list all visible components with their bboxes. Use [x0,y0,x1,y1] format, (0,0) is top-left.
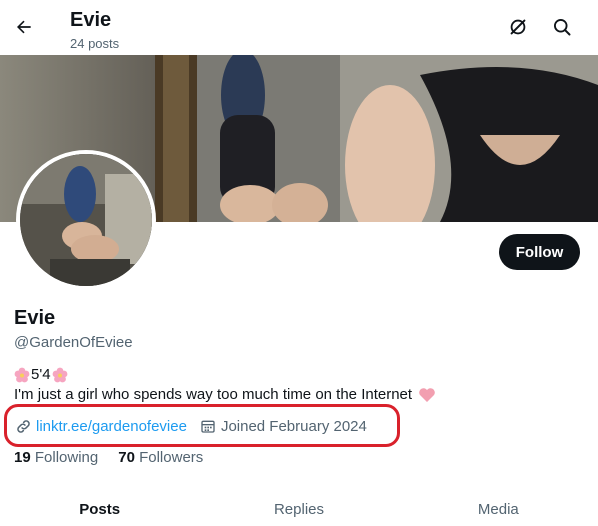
profile-meta-row: linktr.ee/gardenofeviee Joined February … [14,416,367,436]
profile-joined-date: Joined February 2024 [220,417,367,435]
following-count: 19 [14,449,35,466]
followers-count: 70 [118,449,140,466]
profile-website-link[interactable]: linktr.ee/gardenofeviee [36,418,187,435]
grok-button[interactable] [505,14,531,40]
tab-posts[interactable]: Posts [0,490,199,526]
calendar-icon [199,417,217,435]
pink-heart-icon [419,387,435,402]
cherry-blossom-icon [14,367,30,382]
following-link[interactable]: 19 Following [14,449,98,466]
followers-link[interactable]: 70 Followers [118,449,203,466]
profile-handle: @GardenOfEviee [14,334,133,351]
header-posts-count: 24 posts [70,36,120,51]
profile-display-name: Evie [14,307,56,329]
search-button[interactable] [549,14,575,40]
link-icon [14,417,32,435]
grok-icon [510,19,526,35]
bio-height-text: 5'4 [31,366,51,383]
header-name: Evie [70,9,112,31]
back-button[interactable] [10,13,38,41]
cherry-blossom-icon [52,367,67,382]
top-bar: Evie 24 posts [0,0,598,55]
following-label: Following [34,449,99,466]
bio-height-line: 5'4 [14,366,68,383]
follow-stats: 19 Following 70 Followers [14,449,223,466]
profile-tabs: Posts Replies Media [0,490,598,526]
arrow-left-icon [17,20,31,34]
bio-description-text: I'm just a girl who spends way too much … [14,386,413,403]
bio-description-line: I'm just a girl who spends way too much … [14,386,436,403]
tab-media[interactable]: Media [399,490,598,526]
followers-label: Followers [139,449,204,466]
profile-avatar[interactable] [16,150,156,290]
search-icon [554,19,571,36]
tab-replies[interactable]: Replies [199,490,398,526]
follow-button[interactable]: Follow [499,234,580,270]
